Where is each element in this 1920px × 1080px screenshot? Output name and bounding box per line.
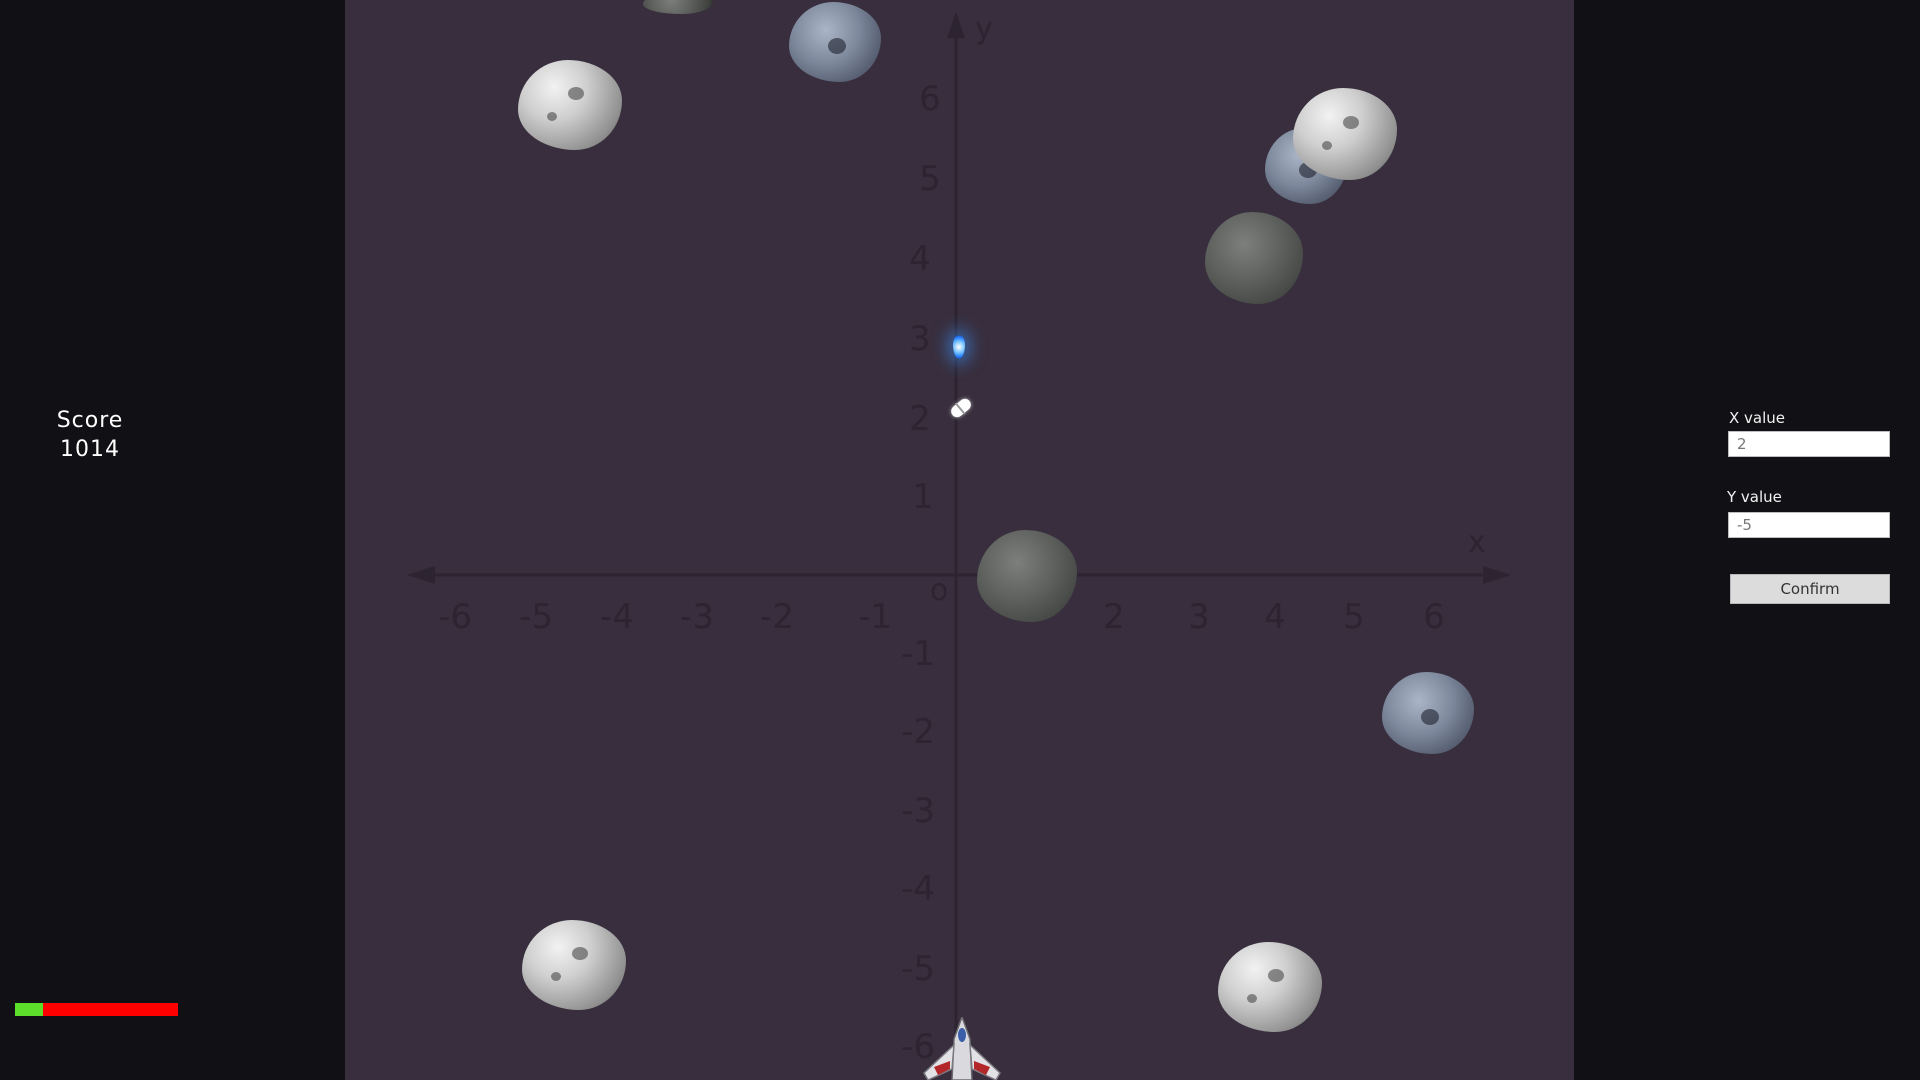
x-axis-letter: x <box>1468 525 1486 560</box>
y-tick: -1 <box>901 634 935 674</box>
x-tick: -2 <box>760 597 794 637</box>
x-tick: -3 <box>680 597 714 637</box>
x-tick: 6 <box>1423 597 1445 637</box>
y-tick: -3 <box>901 791 935 831</box>
asteroid <box>522 920 626 1010</box>
y-value-input[interactable]: -5 <box>1728 512 1890 538</box>
playfield: y x o -6 -5 -4 -3 -2 -1 2 3 4 5 6 6 5 4 … <box>345 0 1574 1080</box>
y-tick: 6 <box>919 79 941 119</box>
left-panel: Score 1014 <box>0 0 345 1080</box>
asteroid <box>1382 672 1474 754</box>
spaceship-icon <box>923 1017 1001 1080</box>
coordinate-grid: y x o -6 -5 -4 -3 -2 -1 2 3 4 5 6 6 5 4 … <box>407 11 1511 1080</box>
health-bar <box>15 1003 178 1016</box>
y-tick: -2 <box>901 712 935 752</box>
x-tick: -4 <box>600 597 634 637</box>
x-tick: 2 <box>1103 597 1125 637</box>
x-axis-arrow-left <box>407 566 435 584</box>
x-tick: -1 <box>858 597 892 637</box>
confirm-button[interactable]: Confirm <box>1730 574 1890 604</box>
x-tick: -6 <box>438 597 472 637</box>
asteroid <box>1218 942 1322 1032</box>
score-label: Score <box>56 408 124 433</box>
y-tick: 3 <box>909 319 931 359</box>
origin-label: o <box>930 573 948 608</box>
y-tick: 5 <box>919 159 941 199</box>
y-tick: -5 <box>901 949 935 989</box>
y-tick: 4 <box>909 239 931 279</box>
x-value-input[interactable]: 2 <box>1728 431 1890 457</box>
right-panel <box>1574 0 1920 1080</box>
asteroid <box>977 530 1077 622</box>
y-value-label: Y value <box>1727 488 1782 506</box>
y-tick: 1 <box>912 477 934 517</box>
asteroid <box>1293 88 1397 180</box>
x-tick: 4 <box>1264 597 1286 637</box>
x-value-label: X value <box>1729 409 1786 427</box>
asteroid <box>1205 212 1303 304</box>
asteroid <box>789 2 881 82</box>
y-tick: 2 <box>909 399 931 439</box>
x-tick: 3 <box>1188 597 1210 637</box>
x-tick: -5 <box>519 597 553 637</box>
health-bar-fill <box>15 1003 43 1016</box>
score-value: 1014 <box>60 437 120 462</box>
score-display: Score 1014 <box>40 406 140 464</box>
asteroid <box>518 60 622 150</box>
y-axis-arrow-up <box>947 12 965 38</box>
x-axis-arrow-right <box>1483 566 1511 584</box>
y-axis-letter: y <box>975 11 993 46</box>
x-tick: 5 <box>1343 597 1365 637</box>
y-tick: -4 <box>901 869 935 909</box>
